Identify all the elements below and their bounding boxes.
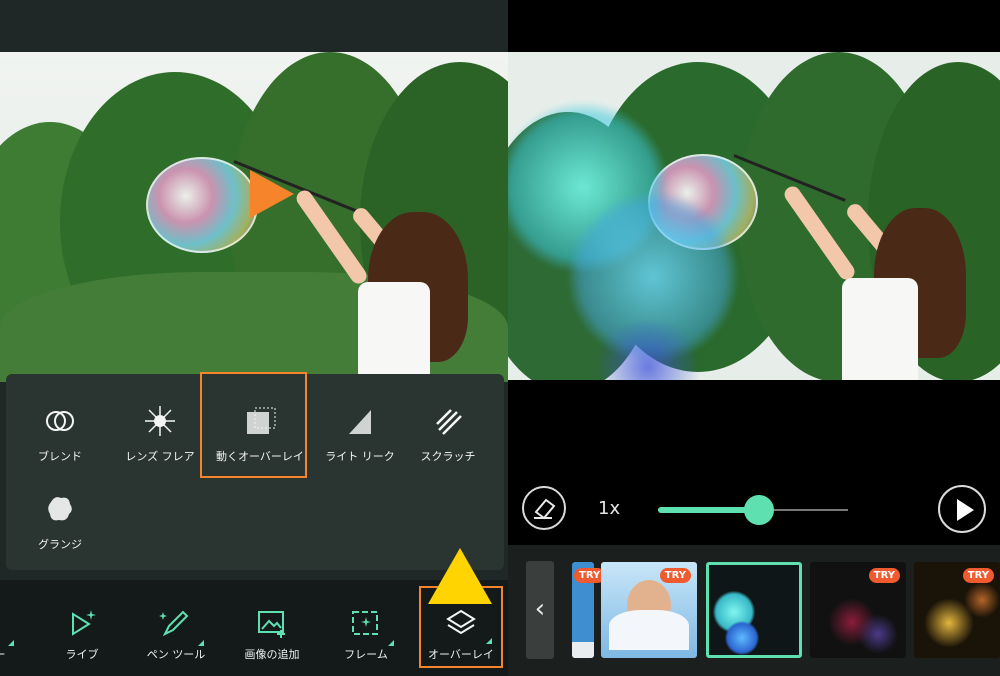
- opacity-slider-thumb[interactable]: [743, 495, 774, 525]
- play-icon: [957, 499, 974, 521]
- tool-label: 画像の追加: [244, 648, 300, 661]
- menu-item-label: レンズ フレア: [125, 450, 195, 463]
- right-screen: 1x ‹ TRY TRY TRY TRY: [508, 0, 1000, 676]
- playback-controls: 1x: [508, 480, 1000, 540]
- live-sparkle-icon: [72, 610, 96, 636]
- speed-label[interactable]: 1x: [598, 498, 620, 519]
- try-badge: TRY: [962, 568, 994, 583]
- try-badge: TRY: [868, 568, 900, 583]
- try-badge: TRY: [659, 568, 691, 583]
- tool-pen[interactable]: ペン ツール: [126, 606, 226, 666]
- blue-bokeh-thumbnail-art: [725, 621, 759, 655]
- pen-tool-icon: [159, 610, 189, 637]
- overlay-thumbnail-selected[interactable]: [706, 562, 802, 658]
- menu-item-label: ブレンド: [38, 450, 82, 463]
- submenu-corner-icon: [198, 640, 204, 646]
- amber-bokeh-thumbnail-art: [964, 582, 1000, 618]
- overlay-thumbnail[interactable]: TRY: [810, 562, 906, 658]
- menu-item-lens-flare[interactable]: レンズ フレア: [110, 384, 210, 484]
- pointer-arrow-icon: [428, 548, 492, 604]
- add-image-icon: [258, 611, 285, 638]
- submenu-corner-icon: [8, 640, 14, 646]
- play-indicator-icon: [250, 170, 294, 218]
- tool-label: ライブ: [65, 648, 99, 661]
- scratch-icon: [436, 409, 462, 435]
- eraser-button[interactable]: [522, 486, 566, 530]
- menu-item-light-leak[interactable]: ライト リーク: [310, 384, 410, 484]
- menu-item-label: ライト リーク: [325, 450, 395, 463]
- girl-dress: [358, 282, 430, 382]
- overlay-thumbnail[interactable]: TRY: [601, 562, 697, 658]
- lens-flare-icon: [145, 406, 175, 436]
- status-bar: [508, 0, 1000, 52]
- menu-item-blend[interactable]: ブレンド: [10, 384, 110, 484]
- preview-photo-canvas[interactable]: [508, 52, 1000, 380]
- light-leak-icon: [349, 410, 371, 434]
- left-screen: ブレンド レンズ フレア 動くオーバーレイ ライト リーク スクラッチ グランジ…: [0, 0, 508, 676]
- menu-item-grunge[interactable]: グランジ: [10, 472, 110, 572]
- eraser-icon: [534, 498, 556, 520]
- status-bar: [0, 0, 508, 52]
- back-button[interactable]: ‹: [526, 561, 554, 659]
- selection-highlight-box: [200, 372, 307, 478]
- violet-bokeh-thumbnail-art: [858, 614, 898, 654]
- menu-item-scratch[interactable]: スクラッチ: [398, 384, 498, 484]
- tool-frame[interactable]: フレーム: [316, 606, 416, 666]
- overlay-thumbnail[interactable]: TRY: [914, 562, 1000, 658]
- tool-live[interactable]: ライブ: [32, 606, 132, 666]
- tool-label: フレーム: [344, 648, 388, 661]
- menu-item-label: スクラッチ: [420, 450, 476, 463]
- angel-wings-thumbnail-art: [609, 610, 689, 650]
- play-button[interactable]: [938, 485, 986, 533]
- grunge-icon: [48, 497, 72, 521]
- tool-add-image[interactable]: 画像の追加: [222, 606, 322, 666]
- girl-dress: [842, 278, 918, 380]
- download-icon: [572, 642, 594, 658]
- menu-item-label: グランジ: [38, 538, 82, 551]
- tool-label: ペン ツール: [146, 648, 206, 661]
- soap-bubble: [146, 157, 258, 253]
- submenu-corner-icon: [388, 640, 394, 646]
- overlay-thumbnail-strip: ‹ TRY TRY TRY TRY: [508, 545, 1000, 676]
- blend-circles-icon: [46, 411, 74, 431]
- frame-icon: [352, 611, 378, 635]
